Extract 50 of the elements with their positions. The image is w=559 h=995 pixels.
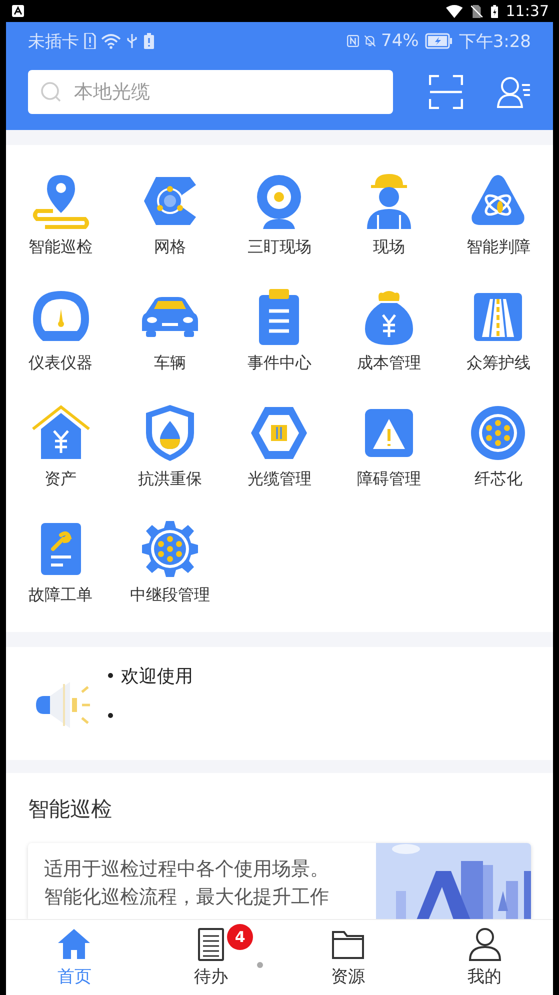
- wifi-icon: [101, 33, 121, 49]
- system-time: 11:37: [506, 2, 549, 20]
- app-shortcut[interactable]: 网格: [115, 171, 225, 258]
- battery-charging-icon: [424, 33, 454, 49]
- nfc-icon: [347, 33, 360, 49]
- usb-icon: [126, 33, 138, 49]
- scan-icon[interactable]: [429, 75, 464, 109]
- section-title: 智能巡检: [28, 796, 113, 823]
- feature-description: 适用于巡检过程中各个使用场景。智能化巡检流程，最大化提升工作: [43, 857, 330, 910]
- nav-tab[interactable]: 我的: [416, 920, 553, 995]
- app-shortcut[interactable]: 三盯现场: [224, 171, 334, 258]
- nav-tab[interactable]: 首页: [6, 920, 143, 995]
- app-shortcut[interactable]: 障碍管理: [334, 403, 444, 490]
- app-shortcut[interactable]: 抗洪重保: [115, 403, 225, 490]
- feature-card[interactable]: 适用于巡检过程中各个使用场景。智能化巡检流程，最大化提升工作: [28, 843, 531, 919]
- sim-alert-icon: [84, 33, 96, 49]
- app-shortcut[interactable]: 车辆: [115, 287, 225, 374]
- battery-percent: 74%: [381, 31, 419, 51]
- app-shortcut[interactable]: 事件中心: [224, 287, 334, 374]
- gear-icon: [140, 519, 200, 579]
- nav-tab[interactable]: 资源: [280, 920, 416, 995]
- app-shortcut[interactable]: 纤芯化: [444, 403, 553, 490]
- app-shortcut[interactable]: 现场: [334, 171, 444, 258]
- app-shortcut[interactable]: 智能巡检: [6, 171, 116, 258]
- app-shortcut[interactable]: 中继段管理: [115, 519, 225, 606]
- no-sim-icon: [471, 4, 483, 18]
- notice-text: 欢迎使用: [121, 664, 193, 688]
- app-shortcut[interactable]: 光缆管理: [224, 403, 334, 490]
- nav-tab[interactable]: 待办 4: [142, 920, 280, 995]
- app-notification-icon: [12, 5, 24, 17]
- battery-icon: [490, 4, 498, 18]
- home-icon: [56, 926, 92, 962]
- bullet-dot: [108, 673, 113, 678]
- bullet-dot: [108, 713, 113, 718]
- app-shortcut[interactable]: 智能判障: [444, 171, 553, 258]
- app-shortcut[interactable]: 故障工单: [6, 519, 116, 606]
- wifi-icon: [446, 4, 464, 18]
- carrier-text: 未插卡: [28, 30, 79, 52]
- battery-alert-icon: [143, 33, 155, 49]
- app-shortcut[interactable]: 成本管理: [334, 287, 444, 374]
- search-field[interactable]: 本地光缆: [28, 70, 394, 114]
- app-shortcut[interactable]: 资产: [6, 403, 116, 490]
- count-badge: 4: [227, 924, 254, 950]
- status-time: 下午3:28: [458, 30, 531, 52]
- app-shortcut[interactable]: 仪表仪器: [6, 287, 116, 374]
- search-icon: [40, 81, 62, 103]
- app-shortcut[interactable]: 众筹护线: [444, 287, 553, 374]
- person-icon: [466, 926, 503, 962]
- contacts-icon[interactable]: [497, 75, 531, 109]
- muted-bell-icon: [364, 33, 376, 49]
